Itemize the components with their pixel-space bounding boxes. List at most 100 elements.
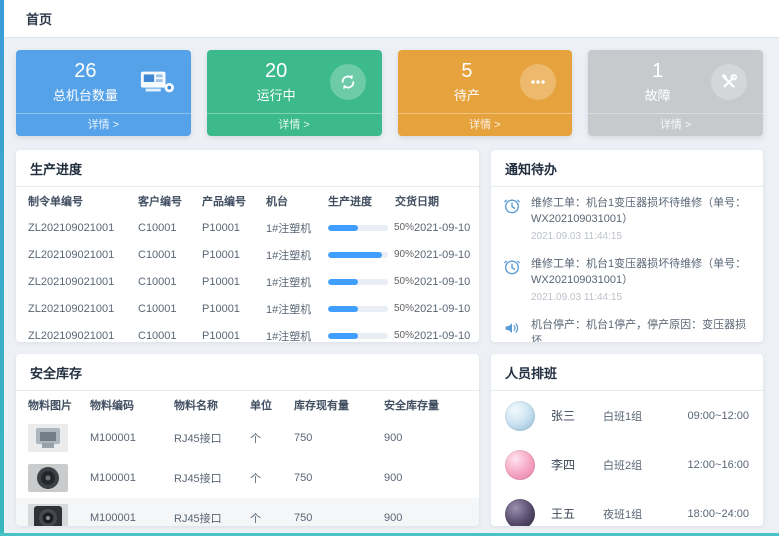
order-no: ZL202109021001 — [28, 330, 138, 342]
waiting-label: 待产 — [414, 85, 521, 104]
delivery-date: 2021-09-10 — [414, 222, 479, 234]
progress-percent: 50% — [394, 303, 414, 314]
schedule-row: 张三 白班1组 09:00~12:00 — [491, 391, 763, 440]
avatar — [505, 499, 535, 527]
machine-name: 1#注塑机 — [266, 301, 328, 317]
machine-name: 1#注塑机 — [266, 247, 328, 263]
page-edge-left — [0, 0, 4, 536]
notice-text: 维修工单：机台1变压器损坏待维修（单号：WX202109031001） — [531, 196, 751, 228]
machine-name: 1#注塑机 — [266, 220, 328, 236]
total-machines-value: 26 — [32, 60, 139, 82]
col-header: 产品编号 — [202, 193, 266, 209]
card-meta: 5 待产 — [414, 60, 521, 104]
total-machines-label: 总机台数量 — [32, 85, 139, 104]
schedule-row: 李四 白班2组 12:00~16:00 — [491, 440, 763, 489]
inventory-row: M100001 RJ45接口 个 750 900 — [16, 418, 479, 458]
ellipsis-icon — [520, 64, 556, 100]
machine-icon — [139, 64, 175, 100]
staff-time: 09:00~12:00 — [688, 410, 749, 422]
top-bar: 首页 — [0, 0, 779, 38]
waiting-detail-link[interactable]: 详情 > — [398, 113, 573, 136]
staff-name: 张三 — [551, 407, 603, 424]
material-code: M100001 — [90, 432, 174, 444]
col-header: 库存现有量 — [294, 397, 384, 413]
customer-no: C10001 — [138, 222, 202, 234]
card-meta: 1 故障 — [604, 60, 711, 104]
stat-card-waiting: 5 待产 详情 > — [398, 50, 573, 136]
machine-name: 1#注塑机 — [266, 328, 328, 343]
notice-text: 机台停产：机台1停产，停产原因：变压器损坏 — [531, 318, 751, 342]
panel-title: 安全库存 — [16, 354, 479, 391]
running-detail-link[interactable]: 详情 > — [207, 113, 382, 136]
tab-home[interactable]: 首页 — [16, 5, 62, 32]
stock-safety: 900 — [384, 512, 467, 524]
fault-detail-link[interactable]: 详情 > — [588, 113, 763, 136]
running-refresh-icon — [330, 64, 366, 100]
staff-shift: 夜班1组 — [603, 506, 673, 522]
col-header: 机台 — [266, 193, 328, 209]
progress-bar: 50% — [328, 222, 414, 233]
tools-icon — [711, 64, 747, 100]
col-header: 物料名称 — [174, 397, 250, 413]
product-no: P10001 — [202, 330, 266, 342]
product-no: P10001 — [202, 303, 266, 315]
material-code: M100001 — [90, 512, 174, 524]
product-no: P10001 — [202, 249, 266, 261]
panel-title: 生产进度 — [16, 150, 479, 187]
running-value: 20 — [223, 60, 330, 82]
order-no: ZL202109021001 — [28, 276, 138, 288]
stock-current: 750 — [294, 472, 384, 484]
col-header: 单位 — [250, 397, 294, 413]
staff-shift: 白班1组 — [603, 408, 673, 424]
staff-schedule-panel: 人员排班 张三 白班1组 09:00~12:00 李四 白班2组 12:00~1… — [491, 354, 763, 526]
running-label: 运行中 — [223, 85, 330, 104]
notice-item[interactable]: 维修工单：机台1变压器损坏待维修（单号：WX202109031001） 2021… — [491, 248, 763, 309]
col-header: 客户编号 — [138, 193, 202, 209]
material-name: RJ45接口 — [174, 430, 250, 446]
production-row: ZL202109021001 C10001 P10001 1#注塑机 50% 2… — [16, 322, 479, 342]
stat-card-fault: 1 故障 详情 > — [588, 50, 763, 136]
notice-text: 维修工单：机台1变压器损坏待维修（单号：WX202109031001） — [531, 257, 751, 289]
machine-name: 1#注塑机 — [266, 274, 328, 290]
notice-time: 2021.09.03 11:44:15 — [531, 292, 751, 303]
total-machines-detail-link[interactable]: 详情 > — [16, 113, 191, 136]
material-unit: 个 — [250, 510, 294, 526]
avatar — [505, 401, 535, 431]
safety-stock-panel: 安全库存 物料图片 物料编码 物料名称 单位 库存现有量 安全库存量 — [16, 354, 479, 526]
fault-value: 1 — [604, 60, 711, 82]
inventory-row: M100001 RJ45接口 个 750 900 — [16, 498, 479, 526]
production-row: ZL202109021001 C10001 P10001 1#注塑机 90% 2… — [16, 241, 479, 268]
production-table-header: 制令单编号 客户编号 产品编号 机台 生产进度 交货日期 — [16, 187, 479, 214]
stock-current: 750 — [294, 432, 384, 444]
panel-title: 通知待办 — [491, 150, 763, 187]
schedule-row: 王五 夜班1组 18:00~24:00 — [491, 489, 763, 526]
col-header: 制令单编号 — [28, 193, 138, 209]
fault-label: 故障 — [604, 85, 711, 104]
stock-safety: 900 — [384, 432, 467, 444]
progress-bar: 50% — [328, 276, 414, 287]
customer-no: C10001 — [138, 276, 202, 288]
speaker-icon — [503, 318, 523, 338]
avatar — [505, 450, 535, 480]
staff-name: 王五 — [551, 505, 603, 522]
clock-icon — [503, 257, 523, 277]
notice-item[interactable]: 机台停产：机台1停产，停产原因：变压器损坏 — [491, 309, 763, 342]
delivery-date: 2021-09-10 — [414, 303, 479, 315]
staff-name: 李四 — [551, 456, 603, 473]
col-header: 生产进度 — [328, 193, 395, 209]
waiting-value: 5 — [414, 60, 521, 82]
progress-bar: 50% — [328, 330, 414, 341]
order-no: ZL202109021001 — [28, 222, 138, 234]
delivery-date: 2021-09-10 — [414, 330, 479, 342]
inventory-table-header: 物料图片 物料编码 物料名称 单位 库存现有量 安全库存量 — [16, 391, 479, 418]
col-header: 物料图片 — [28, 397, 90, 413]
card-meta: 26 总机台数量 — [32, 60, 139, 104]
stock-safety: 900 — [384, 472, 467, 484]
notice-item[interactable]: 维修工单：机台1变压器损坏待维修（单号：WX202109031001） 2021… — [491, 187, 763, 248]
staff-time: 18:00~24:00 — [688, 508, 749, 520]
material-photo-coil — [28, 464, 68, 492]
material-unit: 个 — [250, 430, 294, 446]
stat-cards: 26 总机台数量 详情 > — [16, 50, 763, 136]
stat-card-running: 20 运行中 详情 > — [207, 50, 382, 136]
stat-card-total-machines: 26 总机台数量 详情 > — [16, 50, 191, 136]
